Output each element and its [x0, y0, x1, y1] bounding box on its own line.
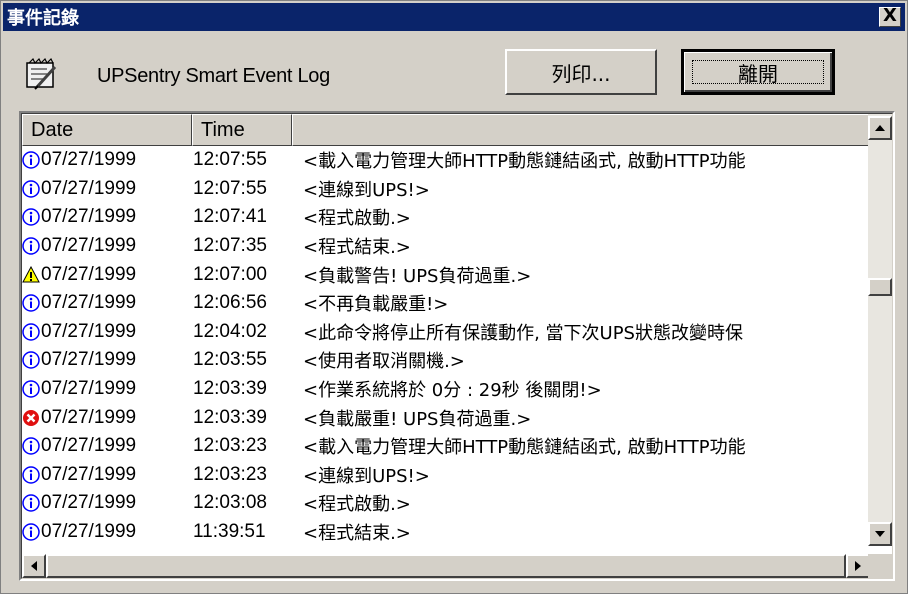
info-icon [22, 294, 40, 313]
event-time: 12:03:55 [193, 349, 267, 371]
event-date: 07/27/1999 [41, 492, 137, 514]
title-bar[interactable]: 事件記錄 X [3, 3, 905, 31]
event-row[interactable]: 07/27/1999 12:03:55 <使用者取消關機.> [22, 346, 870, 375]
event-time: 12:03:39 [193, 378, 267, 400]
info-icon [22, 351, 40, 370]
event-row[interactable]: 07/27/1999 12:03:23 <連線到UPS!> [22, 461, 870, 490]
event-message: <載入電力管理大師HTTP動態鏈結函式, 啟動HTTP功能 [303, 437, 746, 459]
event-time: 12:03:23 [193, 463, 267, 485]
event-date: 07/27/1999 [41, 292, 137, 314]
event-message: <連線到UPS!> [303, 465, 430, 487]
arrow-left-icon [31, 561, 37, 571]
arrow-down-icon [875, 531, 885, 537]
info-icon [22, 180, 40, 198]
info-icon [22, 437, 40, 455]
event-date: 07/27/1999 [41, 263, 137, 285]
scrollbar-corner [868, 554, 892, 578]
app-title: UPSentry Smart Event Log [97, 65, 330, 87]
horizontal-scrollbar[interactable] [22, 554, 870, 578]
event-message: <程式結束.> [303, 523, 411, 545]
scroll-left-button[interactable] [22, 554, 46, 578]
event-row[interactable]: 07/27/1999 12:06:56 <不再負載嚴重!> [22, 289, 870, 318]
info-icon [22, 380, 40, 398]
print-button[interactable]: 列印... [505, 49, 657, 95]
column-header-date[interactable]: Date [22, 114, 192, 146]
event-message: <程式結束.> [303, 237, 411, 259]
info-icon [22, 151, 40, 170]
event-time: 12:07:00 [193, 263, 267, 285]
event-row[interactable]: 07/27/1999 12:03:08 <程式啟動.> [22, 489, 870, 518]
exit-button[interactable]: 離開 [681, 49, 835, 95]
scroll-right-button[interactable] [846, 554, 870, 578]
event-time: 12:03:39 [193, 406, 267, 428]
event-time: 11:39:51 [193, 521, 266, 543]
event-date: 07/27/1999 [41, 378, 137, 400]
vertical-scroll-thumb[interactable] [868, 278, 892, 296]
event-message: <此命令將停止所有保護動作, 當下次UPS狀態改變時保 [303, 322, 743, 344]
warning-icon [22, 265, 40, 284]
event-row[interactable]: 07/27/1999 11:39:51 <程式結束.> [22, 518, 870, 546]
event-date: 07/27/1999 [41, 406, 137, 428]
event-date: 07/27/1999 [41, 320, 137, 342]
event-list[interactable]: Date Time 07/27/1999 12:07:55 <載入電力管理大師HTT… [19, 111, 895, 581]
horizontal-scroll-thumb[interactable] [46, 554, 846, 578]
event-message: <程式啟動.> [303, 208, 411, 230]
event-time: 12:03:08 [193, 492, 267, 514]
event-time: 12:07:41 [193, 206, 267, 228]
event-time: 12:03:23 [193, 435, 267, 457]
event-log-window: 事件記錄 X UPSentry Smart Event Log 列印... 離開… [0, 0, 908, 594]
event-date: 07/27/1999 [41, 206, 137, 228]
event-row[interactable]: 07/27/1999 12:04:02 <此命令將停止所有保護動作, 當下次UPS狀… [22, 318, 870, 347]
window-close-button[interactable]: X [879, 7, 901, 27]
event-time: 12:07:55 [193, 177, 267, 199]
event-message: <使用者取消關機.> [303, 351, 465, 373]
notepad-icon [26, 57, 57, 90]
arrow-up-icon [875, 125, 885, 131]
event-date: 07/27/1999 [41, 177, 137, 199]
event-row[interactable]: 07/27/1999 12:07:00 <負載警告! UPS負荷過重.> [22, 260, 870, 289]
event-message: <不再負載嚴重!> [303, 294, 449, 316]
event-message: <作業系統將於 0分 : 29秒 後關閉!> [303, 380, 602, 402]
event-message: <負載警告! UPS負荷過重.> [303, 265, 532, 287]
event-rows: 07/27/1999 12:07:55 <載入電力管理大師HTTP動態鏈結函式, 啟… [22, 146, 870, 546]
scroll-up-button[interactable] [868, 116, 892, 140]
scroll-down-button[interactable] [868, 522, 892, 546]
info-icon [22, 494, 40, 513]
event-date: 07/27/1999 [41, 463, 137, 485]
event-row[interactable]: 07/27/1999 12:07:55 <載入電力管理大師HTTP動態鏈結函式, 啟… [22, 146, 870, 175]
event-date: 07/27/1999 [41, 521, 137, 543]
event-time: 12:06:56 [193, 292, 267, 314]
event-date: 07/27/1999 [41, 235, 137, 257]
column-header-time[interactable]: Time [192, 114, 292, 146]
event-date: 07/27/1999 [41, 149, 137, 171]
info-icon [22, 208, 40, 227]
event-row[interactable]: 07/27/1999 12:07:55 <連線到UPS!> [22, 175, 870, 204]
event-row[interactable]: 07/27/1999 12:03:39 <作業系統將於 0分 : 29秒 後關閉!> [22, 375, 870, 404]
event-message: <程式啟動.> [303, 494, 411, 516]
event-message: <載入電力管理大師HTTP動態鏈結函式, 啟動HTTP功能 [303, 151, 746, 173]
event-time: 12:04:02 [193, 320, 267, 342]
exit-button-label: 離開 [738, 61, 778, 86]
event-row[interactable]: 07/27/1999 12:07:41 <程式啟動.> [22, 203, 870, 232]
event-time: 12:07:35 [193, 235, 267, 257]
info-icon [22, 237, 40, 255]
arrow-right-icon [855, 561, 861, 571]
event-message: <連線到UPS!> [303, 179, 430, 201]
event-message: <負載嚴重! UPS負荷過重.> [303, 408, 532, 430]
event-time: 12:07:55 [193, 149, 267, 171]
error-icon [22, 409, 40, 427]
event-row[interactable]: 07/27/1999 12:07:35 <程式結束.> [22, 232, 870, 261]
event-row[interactable]: 07/27/1999 12:03:23 <載入電力管理大師HTTP動態鏈結函式, 啟… [22, 432, 870, 461]
event-date: 07/27/1999 [41, 435, 137, 457]
column-header-message[interactable] [292, 114, 870, 146]
event-date: 07/27/1999 [41, 349, 137, 371]
vertical-scrollbar[interactable] [868, 114, 892, 546]
info-icon [22, 323, 40, 341]
window-title: 事件記錄 [7, 8, 79, 29]
print-button-label: 列印... [551, 61, 611, 86]
info-icon [22, 523, 40, 541]
list-header: Date Time [22, 114, 870, 146]
info-icon [22, 466, 40, 484]
event-row[interactable]: 07/27/1999 12:03:39 <負載嚴重! UPS負荷過重.> [22, 403, 870, 432]
